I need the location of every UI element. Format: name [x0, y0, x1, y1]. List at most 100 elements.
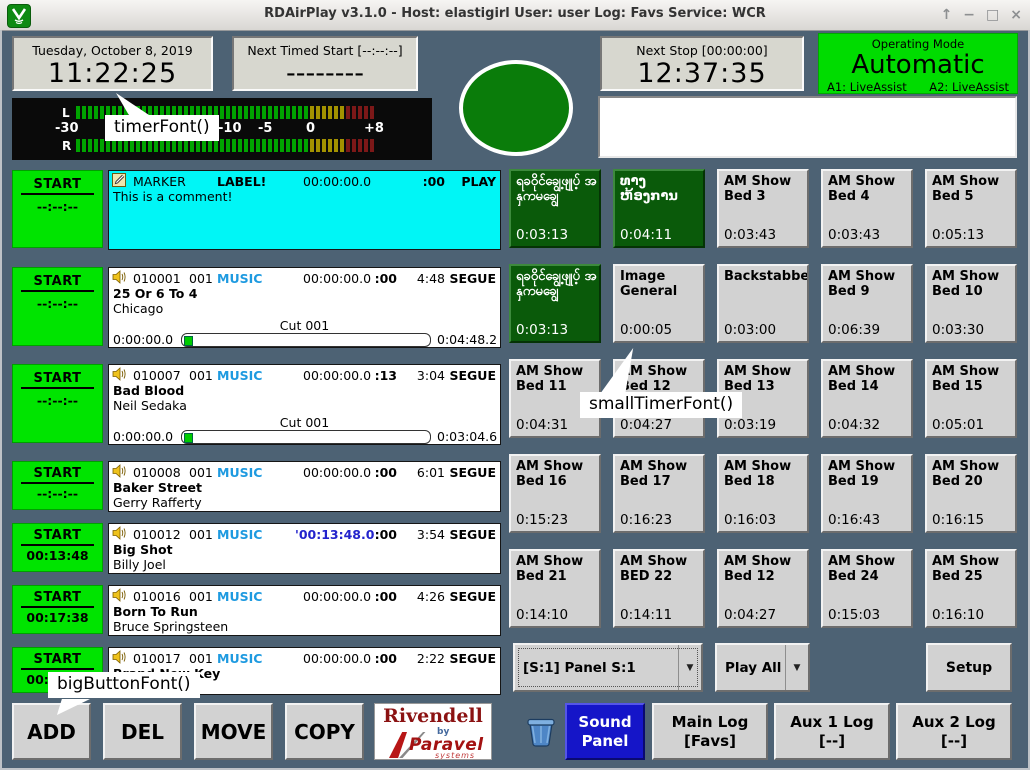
panel-button[interactable]: AM Show Bed 200:16:15: [925, 454, 1017, 533]
panel-button[interactable]: AM Show Bed 100:03:30: [925, 264, 1017, 343]
log-row: START --:--:-- 010007 001 MUSIC 00:00:00…: [12, 364, 501, 445]
play-mode-combo[interactable]: Play All ▼: [715, 643, 810, 692]
pie-counter-circle: [459, 60, 573, 156]
speaker-icon: [112, 367, 127, 384]
panel-button[interactable]: ရခဝိုင်ချွေ့ဖျုပ့် အနှကမချွေ0:03:13: [509, 264, 601, 343]
operating-mode-button[interactable]: Operating Mode Automatic A1: LiveAssist …: [818, 33, 1018, 94]
speaker-icon: [112, 650, 127, 667]
speaker-icon: [112, 588, 127, 605]
panel-button[interactable]: AM Show Bed 140:04:32: [821, 359, 913, 438]
copy-button[interactable]: COPY: [285, 703, 364, 760]
trash-icon[interactable]: [523, 713, 559, 749]
panel-button[interactable]: AM Show Bed 40:03:43: [821, 169, 913, 248]
big-button-font-callout: bigButtonFont(): [48, 672, 200, 698]
panel-button[interactable]: AM Show Bed 150:05:01: [925, 359, 1017, 438]
log-row: START --:--:-- 010008 001 MUSIC 00:00:00…: [12, 461, 501, 512]
aux1-log-button[interactable]: Aux 1 Log [--]: [774, 703, 890, 760]
log-event-cart[interactable]: 010016 001 MUSIC 00:00:00.0 :00 4:26 SEG…: [108, 585, 501, 636]
panel-button[interactable]: AM Show Bed 120:04:27: [717, 549, 809, 628]
panel-button[interactable]: AM Show Bed 170:16:23: [613, 454, 705, 533]
clock-time: 11:22:25: [14, 58, 211, 89]
panel-button[interactable]: Image General0:00:05: [613, 264, 705, 343]
panel-button[interactable]: ရခဝိုင်ချွေ့ဖျုပ့် အနှကမချွေ0:03:13: [509, 169, 601, 248]
panel-button[interactable]: ທາງຫ້ອງການ0:04:11: [613, 169, 705, 248]
panel-button[interactable]: AM Show Bed 210:14:10: [509, 549, 601, 628]
meter-tick: +8: [364, 121, 384, 136]
next-stop-value: 12:37:35: [602, 58, 802, 89]
log-event-cart[interactable]: 010008 001 MUSIC 00:00:00.0 :00 6:01 SEG…: [108, 461, 501, 512]
panel-button[interactable]: AM Show Bed 50:05:13: [925, 169, 1017, 248]
log-event-cart[interactable]: 010012 001 MUSIC '00:13:48.0 :00 3:54 SE…: [108, 523, 501, 574]
log-event-marker[interactable]: MARKER LABEL! 00:00:00.0 :00 PLAY This i…: [108, 170, 501, 250]
start-button[interactable]: START --:--:--: [12, 170, 103, 248]
rivendell-wordmark: Rivendell: [375, 705, 491, 727]
main-log-button[interactable]: Main Log [Favs]: [652, 703, 768, 760]
next-stop-label: Next Stop [00:00:00]: [602, 38, 802, 58]
panel-select-value: [S:1] Panel S:1: [515, 660, 678, 676]
wall-clock-panel: Tuesday, October 8, 2019 11:22:25: [12, 36, 213, 91]
log-event-cart[interactable]: 010001 001 MUSIC 00:00:00.0 :00 4:48 SEG…: [108, 267, 501, 348]
panel-button[interactable]: AM Show Bed 160:15:23: [509, 454, 601, 533]
panel-button[interactable]: Backstabber0:03:00: [717, 264, 809, 343]
meter-tick: -10: [218, 121, 242, 136]
log-row: START 00:13:48 010012 001 MUSIC '00:13:4…: [12, 523, 501, 574]
log-row: START --:--:-- 010001 001 MUSIC 00:00:00…: [12, 267, 501, 348]
panel-button[interactable]: AM Show Bed 180:16:03: [717, 454, 809, 533]
chevron-down-icon[interactable]: ▼: [785, 645, 808, 690]
meter-left-label: L: [62, 106, 70, 120]
start-button[interactable]: START --:--:--: [12, 267, 103, 346]
next-timed-start-label: Next Timed Start [--:--:--]: [234, 38, 416, 58]
start-button[interactable]: START --:--:--: [12, 364, 103, 443]
note-marker-icon: [112, 173, 126, 190]
small-timer-font-callout: smallTimerFont(): [580, 392, 742, 418]
start-button[interactable]: START 00:17:38: [12, 585, 103, 634]
next-timed-start-panel: Next Timed Start [--:--:--] --------: [232, 36, 418, 91]
panel-button[interactable]: AM Show Bed 240:15:03: [821, 549, 913, 628]
timer-font-callout: timerFont(): [105, 115, 219, 141]
close-window-button[interactable]: ×: [1010, 5, 1022, 25]
speaker-icon: [112, 270, 127, 287]
meter-tick: -30: [55, 121, 79, 136]
move-button[interactable]: MOVE: [194, 703, 273, 760]
rivendell-paravel-logo: Rivendell by Paravel systems: [374, 703, 492, 760]
operating-mode-label: Operating Mode: [819, 34, 1017, 51]
clock-date: Tuesday, October 8, 2019: [14, 38, 211, 58]
panel-button[interactable]: AM Show Bed 90:06:39: [821, 264, 913, 343]
maximize-window-button[interactable]: □: [986, 5, 999, 25]
meter-tick: -5: [258, 121, 272, 136]
window-title: RDAirPlay v3.1.0 - Host: elastigirl User…: [0, 6, 1030, 21]
panel-button[interactable]: AM Show Bed 250:16:10: [925, 549, 1017, 628]
message-area: [598, 96, 1017, 158]
meter-right-label: R: [62, 139, 71, 153]
minimize-window-button[interactable]: −: [963, 5, 975, 25]
log-row: START --:--:-- MARKER LABEL! 00:00:00.0 …: [12, 170, 501, 250]
start-button[interactable]: START --:--:--: [12, 461, 103, 510]
shade-window-button[interactable]: ↑: [941, 5, 953, 25]
meter-tick: 0: [306, 121, 315, 136]
log-event-cart[interactable]: 010007 001 MUSIC 00:00:00.0 :13 3:04 SEG…: [108, 364, 501, 445]
panel-button[interactable]: AM Show BED 220:14:11: [613, 549, 705, 628]
panel-button[interactable]: AM Show Bed 30:03:43: [717, 169, 809, 248]
play-mode-value: Play All: [717, 660, 785, 676]
titlebar: RDAirPlay v3.1.0 - Host: elastigirl User…: [0, 0, 1030, 31]
next-timed-start-value: --------: [234, 58, 416, 89]
aux1-mode: A1: LiveAssist: [827, 80, 907, 94]
progress-fill: [184, 336, 193, 346]
start-button[interactable]: START 00:13:48: [12, 523, 103, 572]
aux2-log-button[interactable]: Aux 2 Log [--]: [896, 703, 1012, 760]
panel-button[interactable]: AM Show Bed 190:16:43: [821, 454, 913, 533]
operating-mode-value: Automatic: [819, 51, 1017, 79]
chevron-down-icon[interactable]: ▼: [678, 645, 701, 690]
speaker-icon: [112, 526, 127, 543]
delete-button[interactable]: DEL: [103, 703, 182, 760]
sound-panel-button[interactable]: Sound Panel: [565, 703, 645, 760]
panel-select-combo[interactable]: [S:1] Panel S:1 ▼: [513, 643, 703, 692]
setup-button[interactable]: Setup: [926, 643, 1012, 692]
add-button[interactable]: ADD: [12, 703, 91, 760]
window-controls: ↑ − □ ×: [941, 5, 1022, 25]
playback-progress-bar: [181, 333, 431, 347]
progress-fill: [184, 433, 193, 443]
speaker-icon: [112, 464, 127, 481]
playback-progress-bar: [181, 430, 431, 444]
audio-level-meter: L -30 -10 -5 0 +8 R: [12, 98, 432, 160]
